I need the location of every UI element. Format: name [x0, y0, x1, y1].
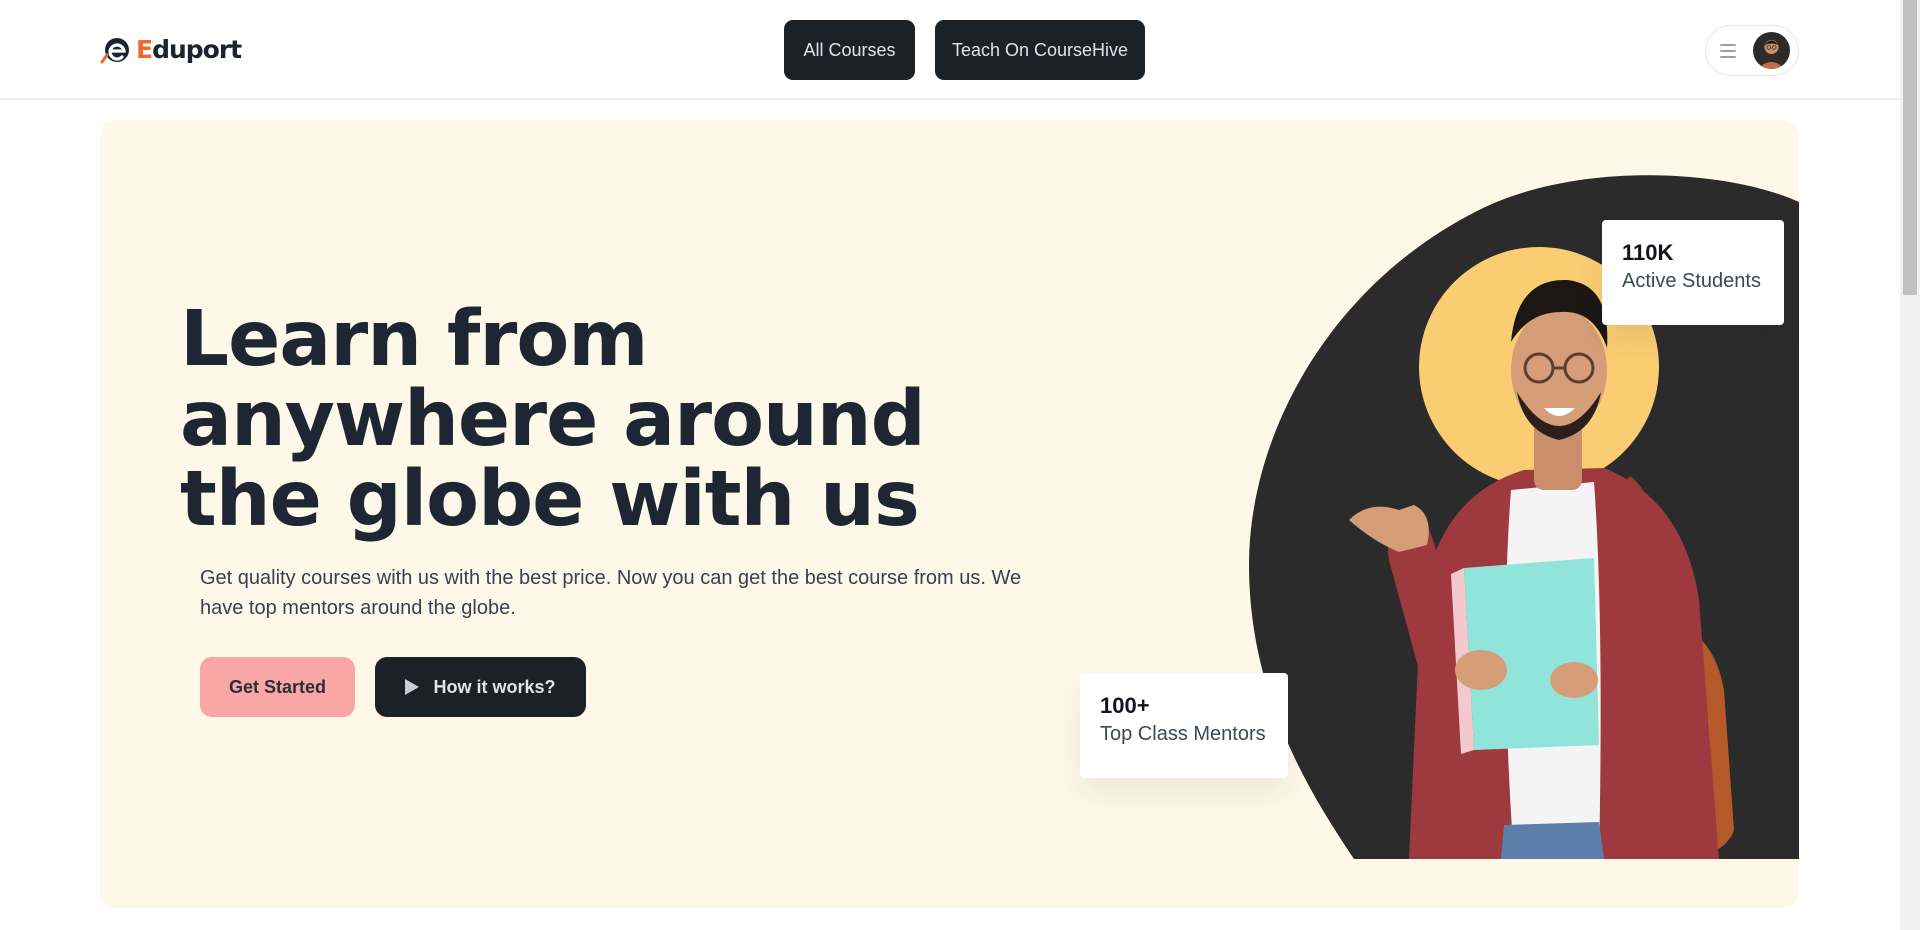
user-menu[interactable]: [1705, 25, 1799, 76]
hero-section: Learn from anywhere around the globe wit…: [100, 120, 1799, 908]
top-mentors-card: 100+ Top Class Mentors: [1080, 673, 1288, 778]
brand-name: Eduport: [136, 34, 242, 64]
active-students-label: Active Students: [1622, 270, 1761, 292]
scrollbar-thumb[interactable]: [1903, 0, 1917, 295]
logo-icon: [100, 38, 129, 64]
active-students-card: 110K Active Students: [1602, 220, 1784, 325]
get-started-button[interactable]: Get Started: [200, 657, 355, 717]
avatar: [1753, 32, 1790, 69]
teach-on-coursehive-button[interactable]: Teach On CourseHive: [935, 20, 1145, 80]
brand-logo[interactable]: Eduport: [100, 32, 242, 66]
play-icon: [405, 679, 420, 695]
top-mentors-label: Top Class Mentors: [1100, 723, 1266, 745]
how-it-works-label: How it works?: [433, 676, 556, 697]
how-it-works-button[interactable]: How it works?: [375, 657, 586, 717]
site-header: Eduport All Courses Teach On CourseHive: [0, 0, 1900, 100]
hamburger-icon: [1720, 43, 1736, 58]
top-mentors-value: 100+: [1100, 693, 1150, 718]
hero-subtitle: Get quality courses with us with the bes…: [200, 567, 1022, 619]
active-students-value: 110K: [1622, 240, 1674, 265]
page-scrollbar[interactable]: [1900, 0, 1920, 930]
hero-title: Learn from anywhere around the globe wit…: [180, 295, 926, 544]
all-courses-button[interactable]: All Courses: [784, 20, 915, 80]
